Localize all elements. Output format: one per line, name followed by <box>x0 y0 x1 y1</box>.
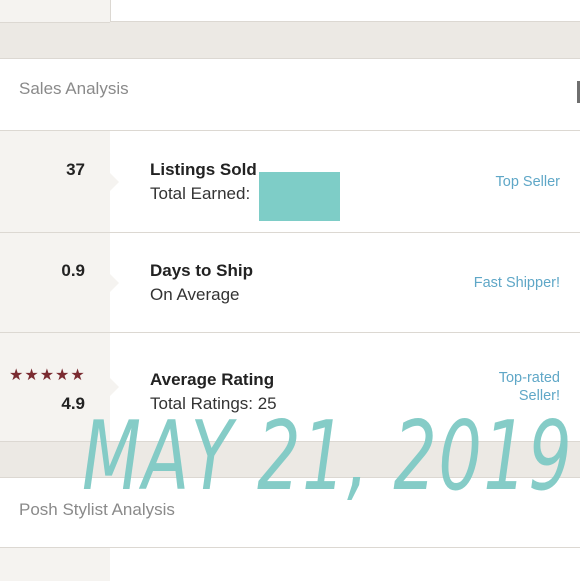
section-title: Sales Analysis <box>19 79 129 98</box>
badge-line: Top-rated <box>498 370 560 386</box>
row-subtitle: On Average <box>150 285 240 304</box>
stat-value-panel: 0.9 <box>0 233 119 332</box>
top-rated-seller-badge[interactable]: Top-rated Seller! <box>499 369 560 405</box>
stat-row-days-to-ship: 0.9 Days to Ship On Average Fast Shipper… <box>0 233 580 333</box>
top-seller-badge[interactable]: Top Seller <box>496 173 560 191</box>
bottom-left-panel <box>0 547 110 581</box>
bottom-right-panel <box>110 547 580 581</box>
redaction-box <box>259 172 340 221</box>
stat-value-panel: 37 <box>0 131 119 232</box>
days-to-ship-value: 0.9 <box>61 261 85 280</box>
top-card-right-panel <box>110 0 580 22</box>
row-title: Days to Ship <box>150 261 253 280</box>
row-title: Average Rating <box>150 370 275 389</box>
fast-shipper-badge[interactable]: Fast Shipper! <box>474 274 560 292</box>
row-subtitle: Total Earned: <box>150 184 251 203</box>
rating-stars-icon: ★★★★★ <box>9 367 86 384</box>
row-title: Listings Sold <box>150 160 257 179</box>
listings-sold-count: 37 <box>66 160 85 179</box>
top-card-left-panel <box>0 0 110 23</box>
sales-analysis-header[interactable]: Sales Analysis <box>0 58 580 131</box>
date-watermark: MAY 21, 2019 <box>82 402 574 512</box>
